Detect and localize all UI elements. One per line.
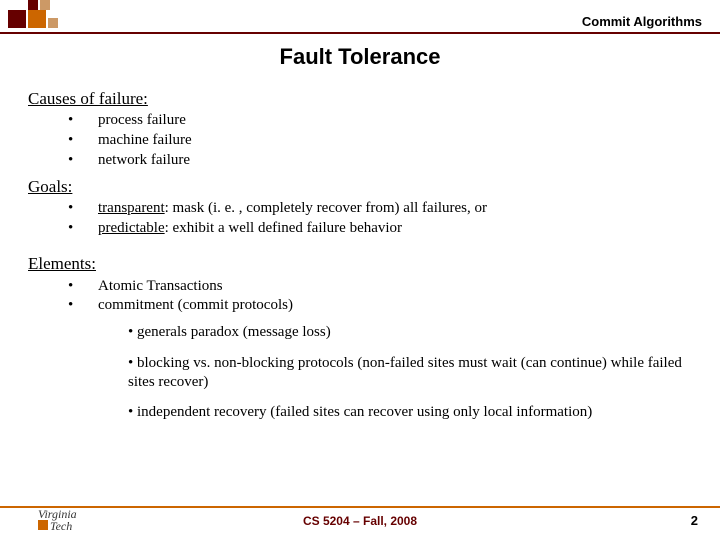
decor-block: [8, 10, 26, 28]
goals-list: •transparent: mask (i. e. , completely r…: [68, 199, 692, 238]
section-heading-causes: Causes of failure:: [28, 88, 692, 109]
header-rule: [0, 32, 720, 34]
sub-item: • blocking vs. non-blocking protocols (n…: [128, 354, 692, 392]
sub-item: • independent recovery (failed sites can…: [128, 403, 692, 422]
decor-block: [28, 10, 46, 28]
decor-block: [40, 0, 50, 10]
content-area: Causes of failure: •process failure •mac…: [28, 88, 692, 434]
list-item: •predictable: exhibit a well defined fai…: [68, 219, 692, 238]
list-item: •process failure: [68, 111, 692, 130]
footer-course: CS 5204 – Fall, 2008: [0, 514, 720, 528]
decor-block: [48, 18, 58, 28]
section-heading-elements: Elements:: [28, 253, 692, 274]
section-heading-goals: Goals:: [28, 176, 692, 197]
decor-block: [28, 0, 38, 10]
causes-list: •process failure •machine failure •netwo…: [68, 111, 692, 169]
list-item: •network failure: [68, 151, 692, 170]
list-item: •commitment (commit protocols): [68, 296, 692, 315]
sub-item: • generals paradox (message loss): [128, 323, 692, 342]
list-item: •Atomic Transactions: [68, 277, 692, 296]
list-item: •machine failure: [68, 131, 692, 150]
footer-rule: [0, 506, 720, 508]
header-label: Commit Algorithms: [582, 14, 702, 29]
page-number: 2: [691, 513, 698, 528]
list-item: •transparent: mask (i. e. , completely r…: [68, 199, 692, 218]
elements-sublist: • generals paradox (message loss) • bloc…: [128, 323, 692, 422]
elements-list: •Atomic Transactions •commitment (commit…: [68, 277, 692, 316]
slide-title: Fault Tolerance: [0, 44, 720, 70]
